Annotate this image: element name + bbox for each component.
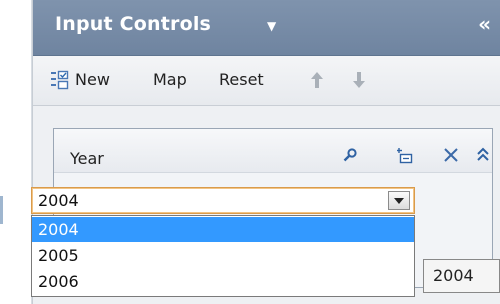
collapse-up-icon[interactable] <box>476 147 490 163</box>
new-button[interactable]: New <box>75 70 110 89</box>
chevron-down-icon <box>394 198 404 204</box>
move-down-arrow-icon[interactable] <box>351 69 367 91</box>
toolbar: New Map Reset <box>33 56 500 106</box>
left-edge-strip <box>0 0 32 304</box>
map-button[interactable]: Map <box>153 70 187 89</box>
year-option-2005[interactable]: 2005 <box>32 243 414 268</box>
year-control-label: Year <box>70 149 104 168</box>
year-option-2004[interactable]: 2004 <box>32 217 414 242</box>
value-tooltip: 2004 <box>423 259 500 293</box>
move-up-arrow-icon[interactable] <box>309 69 325 91</box>
search-icon[interactable] <box>342 147 358 163</box>
left-edge-marker <box>0 196 3 224</box>
dropdown-button[interactable] <box>388 191 410 210</box>
year-control-header: Year <box>54 129 492 173</box>
panel-menu-caret-icon[interactable]: ▼ <box>267 19 276 33</box>
panel-header: Input Controls ▼ « <box>33 0 500 56</box>
edit-icon[interactable] <box>396 147 414 165</box>
new-icon[interactable] <box>50 70 72 90</box>
close-icon[interactable] <box>443 147 459 163</box>
panel-title[interactable]: Input Controls <box>55 13 211 35</box>
reset-button[interactable]: Reset <box>219 70 264 89</box>
year-option-2006[interactable]: 2006 <box>32 269 414 294</box>
collapse-panel-button[interactable]: « <box>478 12 491 36</box>
year-select[interactable]: 2004 <box>31 187 415 214</box>
year-dropdown-list: 2004 2005 2006 <box>31 215 415 297</box>
year-select-value: 2004 <box>38 191 79 210</box>
